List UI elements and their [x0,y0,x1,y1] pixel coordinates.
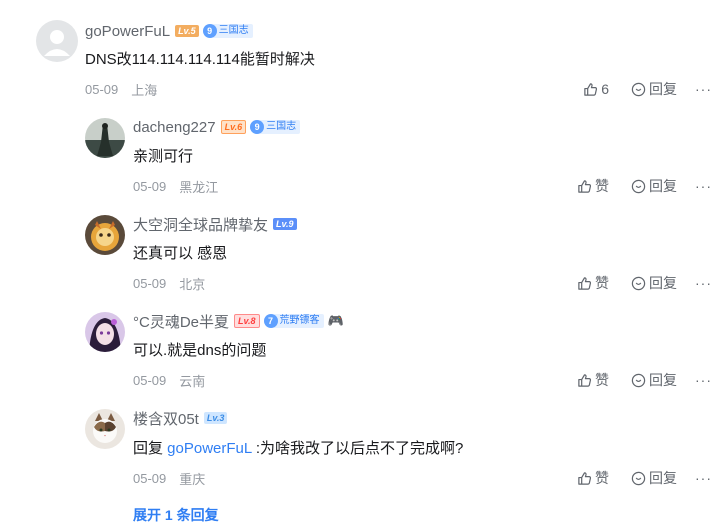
reply-body: :为啥我改了以后点不了完成啊? [251,440,464,457]
reply-label: 回复 [649,470,677,486]
avatar[interactable] [85,409,125,449]
comment-location: 黑龙江 [179,180,219,195]
thumbs-up-icon [578,179,592,193]
level-badge: Lv.8 [234,314,260,328]
avatar[interactable] [36,20,78,62]
mention-link[interactable]: goPowerFuL [167,440,252,457]
like-label: 赞 [595,372,609,388]
cat-photo-avatar [85,409,125,449]
like-button[interactable]: 赞 [577,468,609,488]
user-photo-avatar [85,118,125,158]
reply-prefix: 回复 [133,440,168,457]
reply-label: 回复 [649,178,677,194]
username[interactable]: °C灵魂De半夏 [133,311,229,332]
comment-date: 05-09 [85,82,119,97]
like-label: 赞 [595,470,609,486]
thumbs-up-icon [578,276,592,290]
comment-location: 云南 [179,374,206,389]
gamepad-icon: 🎮 [327,313,344,328]
level-badge: Lv.6 [220,120,247,134]
comment-date: 05-09 [133,179,167,194]
more-options-icon[interactable]: ··· [695,372,712,388]
medal-level: 9 [202,24,217,38]
username[interactable]: 楼含双05t [133,408,199,429]
more-options-icon[interactable]: ··· [695,178,712,194]
medal-level: 9 [250,120,265,134]
username[interactable]: goPowerFuL [85,23,170,40]
level-badge: Lv.3 [203,412,228,424]
comment-date: 05-09 [133,471,167,486]
level-badge: Lv.5 [175,25,199,37]
reply-label: 回复 [649,275,677,291]
reply-button[interactable]: 回复 [631,176,677,196]
medal-name: 三国志 [212,24,253,38]
comment-text: 回复 goPowerFuL :为啥我改了以后点不了完成啊? [133,437,463,458]
more-options-icon[interactable]: ··· [695,275,712,291]
avatar[interactable] [85,118,125,158]
more-options-icon[interactable]: ··· [695,470,712,486]
fan-medal[interactable]: 7 荒野镖客 [263,314,324,328]
reply-bubble-icon [631,179,646,193]
username[interactable]: 大空洞全球品牌挚友 [133,214,268,235]
fan-medal[interactable]: 9 三国志 [202,24,253,38]
more-options-icon[interactable]: ··· [695,81,712,97]
like-button[interactable]: 赞 [577,176,609,196]
reply-bubble-icon [631,82,646,96]
comment-location: 上海 [131,83,158,98]
expand-replies-link[interactable]: 展开 1 条回复 [133,505,219,525]
comment-date: 05-09 [133,276,167,291]
medal-name: 三国志 [260,120,301,134]
reply-bubble-icon [631,276,646,290]
thumbs-up-icon [578,373,592,387]
like-button[interactable]: 赞 [577,273,609,293]
reply-label: 回复 [649,372,677,388]
reply-button[interactable]: 回复 [631,370,677,390]
comment-location: 重庆 [179,472,206,487]
like-label: 赞 [595,275,609,291]
like-label: 赞 [595,178,609,194]
reply-bubble-icon [631,471,646,485]
reply-button[interactable]: 回复 [631,79,677,99]
reply-bubble-icon [631,373,646,387]
avatar[interactable] [85,215,125,255]
username[interactable]: dacheng227 [133,119,216,136]
level-badge: Lv.9 [273,218,297,230]
comment-date: 05-09 [133,373,167,388]
thumbs-up-icon [584,82,598,96]
user-photo-avatar [85,312,125,352]
fan-medal[interactable]: 9 三国志 [250,120,301,134]
reply-button[interactable]: 回复 [631,273,677,293]
thumbs-up-icon [578,471,592,485]
avatar[interactable] [85,312,125,352]
comment-text: 可以.就是dns的问题 [133,342,267,359]
medal-name: 荒野镖客 [273,314,324,328]
comment-text: 亲测可行 [133,148,194,165]
like-button[interactable]: 6 [583,81,609,97]
user-photo-avatar [85,215,125,255]
like-count: 6 [601,81,609,97]
comment-text: DNS改114.114.114.114能暂时解决 [85,51,315,68]
like-button[interactable]: 赞 [577,370,609,390]
default-avatar-icon [36,20,78,62]
comment-text: 还真可以 感恩 [133,245,228,262]
reply-label: 回复 [649,81,677,97]
medal-level: 7 [263,314,278,328]
reply-button[interactable]: 回复 [631,468,677,488]
comment-location: 北京 [179,277,206,292]
